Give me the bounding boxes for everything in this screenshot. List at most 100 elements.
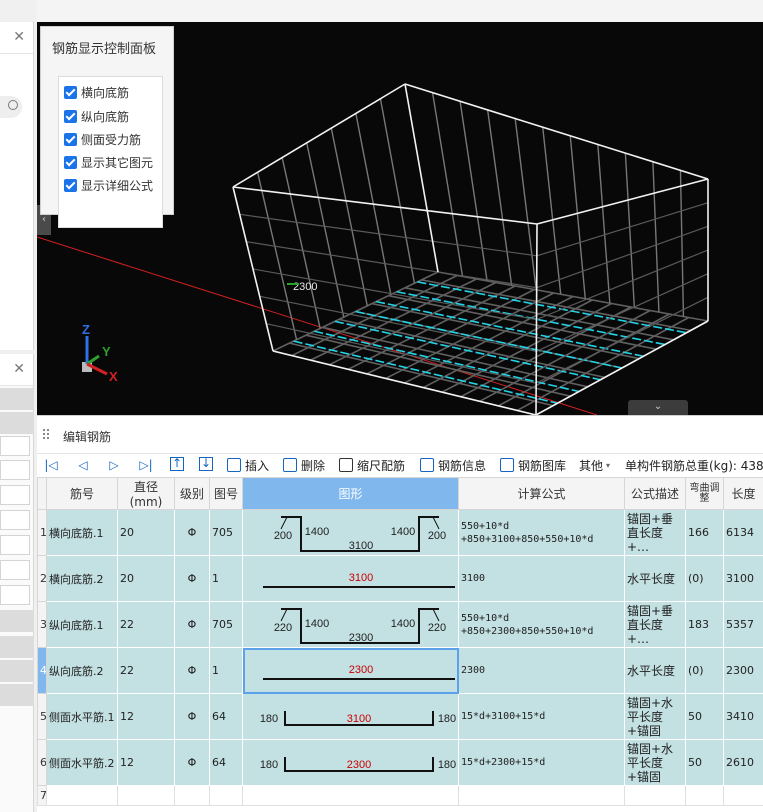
row-number[interactable]: 4 [37,647,47,694]
cell-formula[interactable]: 550+10*d +850+3100+850+550+10*d [458,509,625,556]
cell-description[interactable]: 水平长度 [624,647,686,694]
empty-cell[interactable] [723,785,763,806]
cell-formula[interactable]: 15*d+3100+15*d [458,693,625,740]
cell-name[interactable]: 横向底筋.1 [46,509,118,556]
cell-formula[interactable]: 550+10*d +850+2300+850+550+10*d [458,601,625,648]
left-panel-field[interactable] [0,436,30,456]
cell-shape[interactable]: 3100 [242,555,459,602]
cell-length[interactable]: 2300 [723,647,763,694]
cell-formula[interactable]: 15*d+2300+15*d [458,739,625,786]
table-row-empty[interactable]: 7 [37,785,763,806]
cell-name[interactable]: 纵向底筋.1 [46,601,118,648]
cell-description[interactable]: 锚固+垂直长度+… [624,509,686,556]
row-number[interactable]: 3 [37,601,47,648]
cell-bend-adjust[interactable]: 50 [685,693,724,740]
cell-length[interactable]: 2610 [723,739,763,786]
row-number[interactable]: 2 [37,555,47,602]
next-record-icon[interactable]: ▷ [106,457,122,473]
option-show-formula[interactable]: 显示详细公式 [64,177,153,193]
cell-figure-no[interactable]: 64 [209,739,243,786]
col-header[interactable]: 长度 [723,477,763,510]
col-header[interactable]: 图号 [209,477,243,510]
table-row[interactable]: 4 纵向底筋.2 22 Φ 1 2300 2300 水平长度 (0) 2300 [37,647,763,694]
col-header[interactable]: 直径(mm) [117,477,175,510]
prev-record-icon[interactable]: ◁ [75,457,91,473]
left-panel-field[interactable] [0,460,30,480]
left-panel-row[interactable] [0,660,34,682]
cell-diameter[interactable]: 12 [117,693,175,740]
checkbox-icon[interactable] [64,85,77,99]
move-down-icon[interactable]: ↓ [199,457,213,471]
last-record-icon[interactable]: ▷| [138,457,154,473]
first-record-icon[interactable]: |◁ [43,457,59,473]
col-header[interactable]: 公式描述 [624,477,686,510]
cell-grade[interactable]: Φ [174,647,210,694]
cell-length[interactable]: 3100 [723,555,763,602]
option-longitudinal-bottom[interactable]: 纵向底筋 [64,108,129,124]
cell-figure-no[interactable]: 64 [209,693,243,740]
cell-grade[interactable]: Φ [174,509,210,556]
cell-bend-adjust[interactable]: (0) [685,555,724,602]
left-panel-field[interactable] [0,485,30,505]
empty-cell[interactable] [242,785,459,806]
cell-shape[interactable]: 180 2300 180 [242,739,459,786]
cell-figure-no[interactable]: 705 [209,601,243,648]
cell-bend-adjust[interactable]: 50 [685,739,724,786]
cell-bend-adjust[interactable]: (0) [685,647,724,694]
left-panel-row[interactable] [0,610,34,632]
cell-diameter[interactable]: 22 [117,601,175,648]
table-row[interactable]: 2 横向底筋.2 20 Φ 1 3100 3100 水平长度 (0) 3100 [37,555,763,602]
cell-description[interactable]: 锚固+水平长度+锚固 [624,693,686,740]
rebar-library-button[interactable]: 钢筋图库 [500,456,566,474]
table-row[interactable]: 1 横向底筋.1 20 Φ 705 200 1400 3100 1400 200 550+10*d +… [37,509,763,556]
cell-name[interactable]: 横向底筋.2 [46,555,118,602]
other-menu-button[interactable]: 其他 ▾ [579,456,610,474]
cell-grade[interactable]: Φ [174,601,210,648]
col-header[interactable]: 筋号 [46,477,118,510]
col-header[interactable]: 计算公式 [458,477,625,510]
left-panel-row[interactable] [0,684,34,706]
cell-shape[interactable]: 200 1400 3100 1400 200 [242,509,459,556]
cell-grade[interactable]: Φ [174,555,210,602]
scale-rebar-button[interactable]: 缩尺配筋 [339,456,405,474]
cell-description[interactable]: 锚固+水平长度+锚固 [624,739,686,786]
search-box[interactable] [0,96,22,118]
rebar-info-button[interactable]: 钢筋信息 [420,456,486,474]
option-side-rebar[interactable]: 侧面受力筋 [64,131,141,147]
left-panel-row[interactable] [0,412,34,434]
checkbox-icon[interactable] [64,109,77,123]
cell-diameter[interactable]: 12 [117,739,175,786]
close-icon[interactable]: ✕ [13,30,25,44]
option-transverse-bottom[interactable]: 横向底筋 [64,84,129,100]
cell-bend-adjust[interactable]: 183 [685,601,724,648]
close-icon[interactable]: ✕ [13,362,25,376]
cell-shape[interactable]: 220 1400 2300 1400 220 [242,601,459,648]
empty-cell[interactable] [209,785,243,806]
cell-diameter[interactable]: 20 [117,555,175,602]
empty-cell[interactable] [685,785,724,806]
left-panel-field[interactable] [0,585,30,605]
table-row[interactable]: 6 侧面水平筋.2 12 Φ 64 180 2300 180 15*d+2300+15*d 锚固+… [37,739,763,786]
row-number[interactable]: 6 [37,739,47,786]
empty-cell[interactable] [46,785,118,806]
row-number[interactable]: 1 [37,509,47,556]
left-panel-row[interactable] [0,636,34,658]
empty-cell[interactable] [458,785,625,806]
cell-length[interactable]: 5357 [723,601,763,648]
row-number[interactable]: 7 [37,785,47,806]
collapse-down-icon[interactable]: ⌄ [628,400,688,415]
cell-name[interactable]: 纵向底筋.2 [46,647,118,694]
checkbox-icon[interactable] [64,178,77,192]
cell-diameter[interactable]: 20 [117,509,175,556]
cell-diameter[interactable]: 22 [117,647,175,694]
col-header[interactable]: 级别 [174,477,210,510]
cell-grade[interactable]: Φ [174,693,210,740]
cell-formula[interactable]: 2300 [458,647,625,694]
col-header[interactable]: 图形 [242,477,459,510]
cell-grade[interactable]: Φ [174,739,210,786]
table-row[interactable]: 3 纵向底筋.1 22 Φ 705 220 1400 2300 1400 220 550+10*d +… [37,601,763,648]
cell-shape[interactable]: 180 3100 180 [242,693,459,740]
cell-shape[interactable]: 2300 [242,647,459,694]
checkbox-icon[interactable] [64,132,77,146]
cell-description[interactable]: 锚固+垂直长度+… [624,601,686,648]
